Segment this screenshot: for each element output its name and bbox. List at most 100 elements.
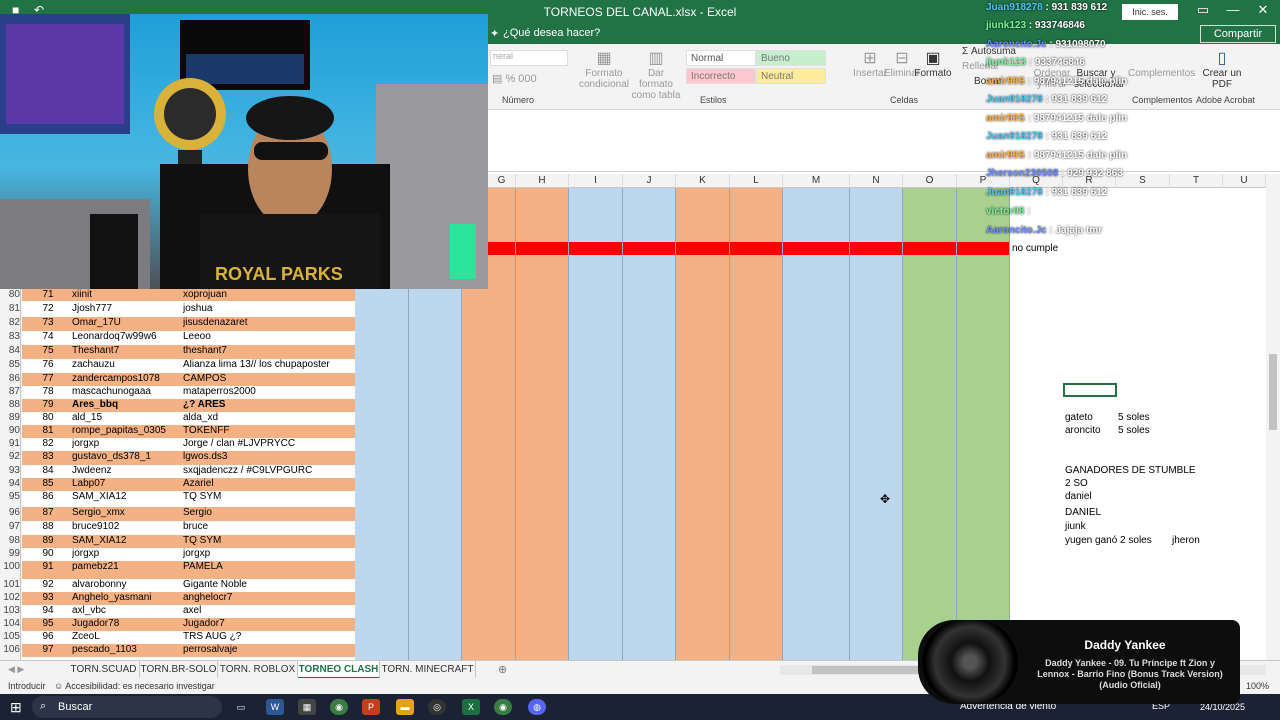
row-number[interactable]: 98 (0, 535, 20, 546)
row-number[interactable]: 89 (0, 412, 20, 423)
cell-user[interactable]: Theshant7 (72, 345, 180, 356)
cell-nick[interactable]: Jugador7 (183, 618, 355, 629)
cell-user[interactable]: jorgxp (72, 548, 180, 559)
cell-number[interactable]: 95 (28, 618, 68, 629)
minimize-icon[interactable]: — (1218, 2, 1248, 17)
cell-nick[interactable]: Leeoo (183, 331, 355, 342)
table-row[interactable]: 91 82 jorgxp Jorge / clan #LJVPRYCC (0, 438, 1266, 451)
cell-nick[interactable]: TQ SYM (183, 535, 355, 546)
table-row[interactable]: 80 71 xiinit xoprojuan (0, 289, 1266, 301)
cell-number[interactable]: 75 (28, 345, 68, 356)
cell-number[interactable]: 84 (28, 465, 68, 476)
cell-nick[interactable]: CAMPOS (183, 373, 355, 384)
cell-user[interactable]: gustavo_ds378_1 (72, 451, 180, 462)
col-header[interactable]: O (903, 174, 957, 188)
cell-number[interactable]: 82 (28, 438, 68, 449)
cell-number[interactable]: 94 (28, 605, 68, 616)
conditional-format-button[interactable]: ▦ Formato condicional (578, 48, 630, 90)
tab-torneo-clash[interactable]: TORNEO CLASH (298, 661, 380, 679)
cell-user[interactable]: jorgxp (72, 438, 180, 449)
word-icon[interactable]: W (266, 699, 284, 715)
style-incorrecto[interactable]: Incorrecto (686, 68, 756, 84)
cell-user[interactable]: SAM_XIA12 (72, 535, 180, 546)
cell-user[interactable]: Labp07 (72, 478, 180, 489)
row-number[interactable]: 105 (0, 631, 20, 642)
zoom-level[interactable]: 100% (1246, 681, 1269, 691)
cell-user[interactable]: Omar_17U (72, 317, 180, 328)
cell-number[interactable]: 86 (28, 491, 68, 502)
table-row[interactable]: 84 75 Theshant7 theshant7 (0, 345, 1266, 359)
row-number[interactable]: 83 (0, 331, 20, 342)
cell-number[interactable]: 72 (28, 303, 68, 314)
cell-number[interactable]: 88 (28, 521, 68, 532)
cell-nick[interactable]: Gigante Noble (183, 579, 355, 590)
cell-number[interactable]: 79 (28, 399, 68, 410)
cell-number[interactable]: 93 (28, 592, 68, 603)
cell-nick[interactable]: xoprojuan (183, 289, 355, 300)
tab-torn-minecraft[interactable]: TORN. MINECRAFT (380, 661, 476, 679)
share-button[interactable]: Compartir (1200, 25, 1276, 43)
cell-number[interactable]: 74 (28, 331, 68, 342)
cell-user[interactable]: mascachunogaaa (72, 386, 180, 397)
windows-start-icon[interactable]: ⊞ (10, 699, 22, 716)
row-number[interactable]: 91 (0, 438, 20, 449)
tab-scroll-icon[interactable]: ◀ ▶ (8, 664, 24, 675)
cell-nick[interactable]: Sergio (183, 507, 355, 518)
cell-number[interactable]: 92 (28, 579, 68, 590)
row-number[interactable]: 88 (0, 399, 20, 410)
cell-number[interactable]: 78 (28, 386, 68, 397)
cell-nick[interactable]: jorgxp (183, 548, 355, 559)
accessibility-status[interactable]: ☺ Accesibilidad: es necesario investigar (54, 681, 215, 691)
row-number[interactable]: 96 (0, 507, 20, 518)
cell-nick[interactable]: Alianza lima 13// los chupaposter (183, 359, 355, 370)
cell-nick[interactable]: jisusdenazaret (183, 317, 355, 328)
cell-number[interactable]: 71 (28, 289, 68, 300)
row-number[interactable]: 93 (0, 465, 20, 476)
row-number[interactable]: 100 (0, 561, 20, 572)
currency-icon[interactable]: ▤ % 000 (492, 72, 537, 85)
col-header[interactable]: N (850, 174, 903, 188)
tab-torn-scuad[interactable]: TORN.SCUAD (68, 661, 140, 679)
cell-nick[interactable]: PAMELA (183, 561, 355, 572)
cell-nick[interactable]: TQ SYM (183, 491, 355, 502)
cell-nick[interactable]: alda_xd (183, 412, 355, 423)
cell-number[interactable]: 77 (28, 373, 68, 384)
cell-user[interactable]: Jjosh777 (72, 303, 180, 314)
row-number[interactable]: 106 (0, 644, 20, 655)
cell-nick[interactable]: joshua (183, 303, 355, 314)
explorer-icon[interactable]: ▬ (396, 699, 414, 715)
row-number[interactable]: 102 (0, 592, 20, 603)
row-number[interactable]: 97 (0, 521, 20, 532)
number-format-select[interactable]: neral (490, 50, 568, 66)
row-number[interactable]: 84 (0, 345, 20, 356)
row-number[interactable]: 104 (0, 618, 20, 629)
table-row[interactable]: 92 83 gustavo_ds378_1 lgwos.ds3 (0, 451, 1266, 465)
cell-nick[interactable]: perrosalvaje (183, 644, 355, 655)
table-row[interactable]: 103 94 axl_vbc axel (0, 605, 1266, 618)
cell-user[interactable]: Anghelo_yasmani (72, 592, 180, 603)
cell-user[interactable]: Ares_bbq (72, 399, 180, 410)
cell-number[interactable]: 87 (28, 507, 68, 518)
cell-user[interactable]: ZceoL (72, 631, 180, 642)
cell-number[interactable]: 80 (28, 412, 68, 423)
cell-user[interactable]: pamebz21 (72, 561, 180, 572)
style-bueno[interactable]: Bueno (756, 50, 826, 66)
row-number[interactable]: 103 (0, 605, 20, 616)
cell-nick[interactable]: axel (183, 605, 355, 616)
powerpoint-icon[interactable]: P (362, 699, 380, 715)
col-header[interactable]: J (623, 174, 676, 188)
tab-torn-roblox[interactable]: TORN. ROBLOX (218, 661, 298, 679)
table-row[interactable]: 83 74 Leonardoq7w99w6 Leeoo (0, 331, 1266, 345)
row-number[interactable]: 85 (0, 359, 20, 370)
table-row[interactable]: 85 76 zachauzu Alianza lima 13// los chupap… (0, 359, 1266, 373)
cell-nick[interactable]: Jorge / clan #LJVPRYCC (183, 438, 355, 449)
cell-user[interactable]: zandercampos1078 (72, 373, 180, 384)
chrome-icon[interactable]: ◉ (330, 699, 348, 715)
cell-number[interactable]: 81 (28, 425, 68, 436)
table-row[interactable]: 102 93 Anghelo_yasmani anghelocr7 (0, 592, 1266, 605)
cell-number[interactable]: 91 (28, 561, 68, 572)
col-header[interactable]: L (730, 174, 783, 188)
cell-user[interactable]: rompe_papitas_0305 (72, 425, 180, 436)
cell-number[interactable]: 85 (28, 478, 68, 489)
cell-user[interactable]: SAM_XIA12 (72, 491, 180, 502)
